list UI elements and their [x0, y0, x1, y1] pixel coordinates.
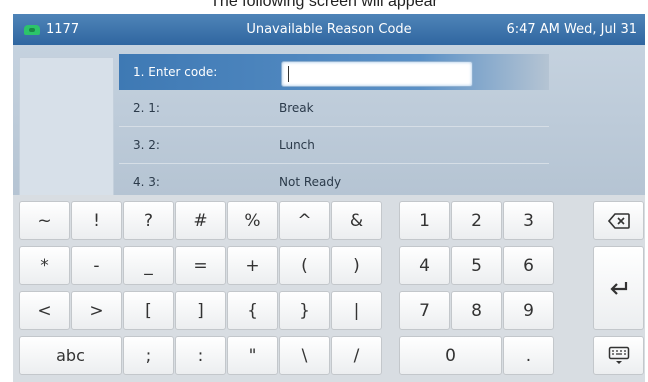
code-input[interactable]	[281, 61, 473, 87]
enter-icon	[609, 282, 627, 295]
backspace-key[interactable]	[593, 201, 644, 240]
text-caret	[288, 66, 289, 82]
key-ampersand[interactable]: &	[331, 201, 382, 240]
key-1[interactable]: 1	[399, 201, 450, 240]
key-hash[interactable]: #	[175, 201, 226, 240]
key-9[interactable]: 9	[503, 291, 554, 330]
key-equals[interactable]: =	[175, 246, 226, 285]
key-semicolon[interactable]: ;	[123, 336, 174, 375]
page-caption: The following screen will appear	[210, 0, 438, 10]
list-item-label: 3. 2:	[133, 138, 160, 152]
reason-code-list: 1. Enter code: 2. 1: Break 3. 2: Lunch 4…	[13, 45, 645, 201]
key-close-bracket[interactable]: ]	[175, 291, 226, 330]
key-question[interactable]: ?	[123, 201, 174, 240]
status-bar: 1177 Unavailable Reason Code 6:47 AM Wed…	[13, 14, 645, 45]
key-underscore[interactable]: _	[123, 246, 174, 285]
key-open-brace[interactable]: {	[227, 291, 278, 330]
key-5[interactable]: 5	[451, 246, 502, 285]
key-double-quote[interactable]: "	[227, 336, 278, 375]
key-less-than[interactable]: <	[19, 291, 70, 330]
key-slash[interactable]: /	[331, 336, 382, 375]
key-4[interactable]: 4	[399, 246, 450, 285]
list-item-label: 2. 1:	[133, 101, 160, 115]
key-percent[interactable]: %	[227, 201, 278, 240]
key-open-paren[interactable]: (	[279, 246, 330, 285]
enter-key[interactable]	[593, 246, 644, 330]
key-open-bracket[interactable]: [	[123, 291, 174, 330]
list-item-label: 4. 3:	[133, 175, 160, 189]
list-item[interactable]: 2. 1: Break	[119, 90, 549, 127]
key-backslash[interactable]: \	[279, 336, 330, 375]
key-greater-than[interactable]: >	[71, 291, 122, 330]
keyboard-hide-icon	[608, 346, 629, 364]
key-plus[interactable]: +	[227, 246, 278, 285]
list-item-enter-code[interactable]: 1. Enter code:	[119, 54, 549, 90]
key-6[interactable]: 6	[503, 246, 554, 285]
key-minus[interactable]: -	[71, 246, 122, 285]
key-3[interactable]: 3	[503, 201, 554, 240]
phone-screen: 1177 Unavailable Reason Code 6:47 AM Wed…	[13, 14, 645, 382]
on-screen-keyboard: ~ ! ? # % ^ & 1 2 3 * - _ = + ( ) 4 5 6	[13, 195, 645, 382]
key-0[interactable]: 0	[399, 336, 502, 375]
key-caret[interactable]: ^	[279, 201, 330, 240]
key-tilde[interactable]: ~	[19, 201, 70, 240]
left-panel	[19, 57, 114, 199]
list-item-value: Lunch	[279, 138, 315, 152]
list-item-label: 1. Enter code:	[133, 65, 218, 79]
hide-keyboard-key[interactable]	[593, 336, 644, 375]
key-2[interactable]: 2	[451, 201, 502, 240]
abc-mode-key[interactable]: abc	[19, 336, 122, 375]
key-asterisk[interactable]: *	[19, 246, 70, 285]
list-item-value: Break	[279, 101, 314, 115]
backspace-icon	[607, 212, 630, 229]
key-8[interactable]: 8	[451, 291, 502, 330]
list-item-value: Not Ready	[279, 175, 342, 189]
clock: 6:47 AM Wed, Jul 31	[506, 22, 637, 37]
key-colon[interactable]: :	[175, 336, 226, 375]
key-period[interactable]: .	[503, 336, 554, 375]
key-exclamation[interactable]: !	[71, 201, 122, 240]
key-pipe[interactable]: |	[331, 291, 382, 330]
key-close-brace[interactable]: }	[279, 291, 330, 330]
list-item[interactable]: 3. 2: Lunch	[119, 127, 549, 164]
key-close-paren[interactable]: )	[331, 246, 382, 285]
key-7[interactable]: 7	[399, 291, 450, 330]
